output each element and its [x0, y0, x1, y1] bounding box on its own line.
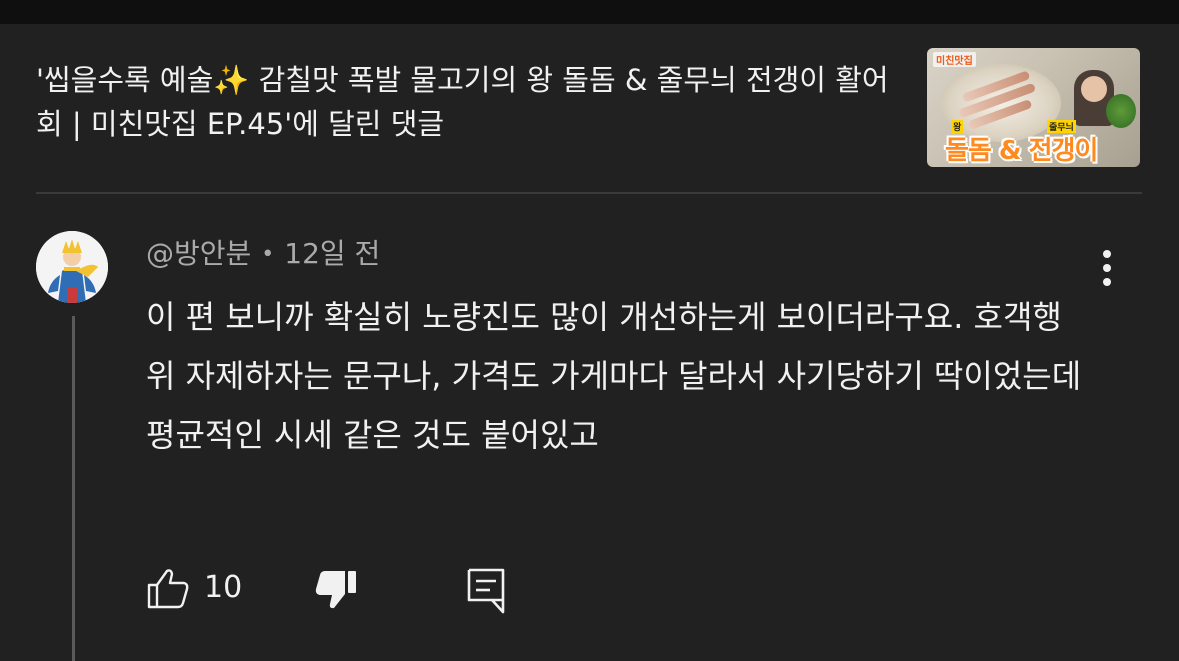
more-vert-icon: [1103, 278, 1111, 286]
thumbnail-garnish: [1106, 94, 1136, 128]
divider: [36, 192, 1142, 194]
comment-actions: 10: [146, 562, 546, 614]
thumbnail-caption: 돌돔 & 전갱이: [945, 136, 1098, 166]
thread-line: [72, 316, 75, 661]
comment-time[interactable]: 12일 전: [284, 237, 380, 270]
thumbnail-face: [1081, 76, 1107, 102]
meta-separator: •: [261, 242, 275, 267]
reply-button[interactable]: [466, 566, 506, 614]
comment-meta: @방안분 • 12일 전: [146, 234, 380, 275]
more-vert-icon: [1103, 264, 1111, 272]
thumbs-up-icon: [147, 569, 189, 609]
more-options-button[interactable]: [1092, 246, 1122, 290]
video-thumbnail[interactable]: 미친맛집 왕 줄무늬 돌돔 & 전갱이: [927, 48, 1140, 167]
thumbnail-tag: 미친맛집: [933, 52, 976, 67]
avatar[interactable]: [36, 231, 108, 303]
more-vert-icon: [1103, 250, 1111, 258]
dislike-button[interactable]: [314, 568, 358, 612]
like-count: 10: [204, 570, 243, 605]
top-bar: [0, 0, 1179, 24]
reply-icon: [467, 568, 505, 614]
video-title[interactable]: '씹을수록 예술✨ 감칠맛 폭발 물고기의 왕 돌돔 & 줄무늬 전갱이 활어회…: [36, 58, 906, 146]
comment-text: 이 편 보니까 확실히 노량진도 많이 개선하는게 보이더라구요. 호객행위 자…: [146, 298, 1082, 454]
video-header: '씹을수록 예술✨ 감칠맛 폭발 물고기의 왕 돌돔 & 줄무늬 전갱이 활어회…: [36, 48, 1142, 168]
little-prince-avatar-icon: [36, 231, 108, 303]
comment-author[interactable]: @방안분: [146, 237, 251, 270]
thumbs-down-icon: [315, 571, 356, 609]
like-button[interactable]: [146, 566, 190, 610]
